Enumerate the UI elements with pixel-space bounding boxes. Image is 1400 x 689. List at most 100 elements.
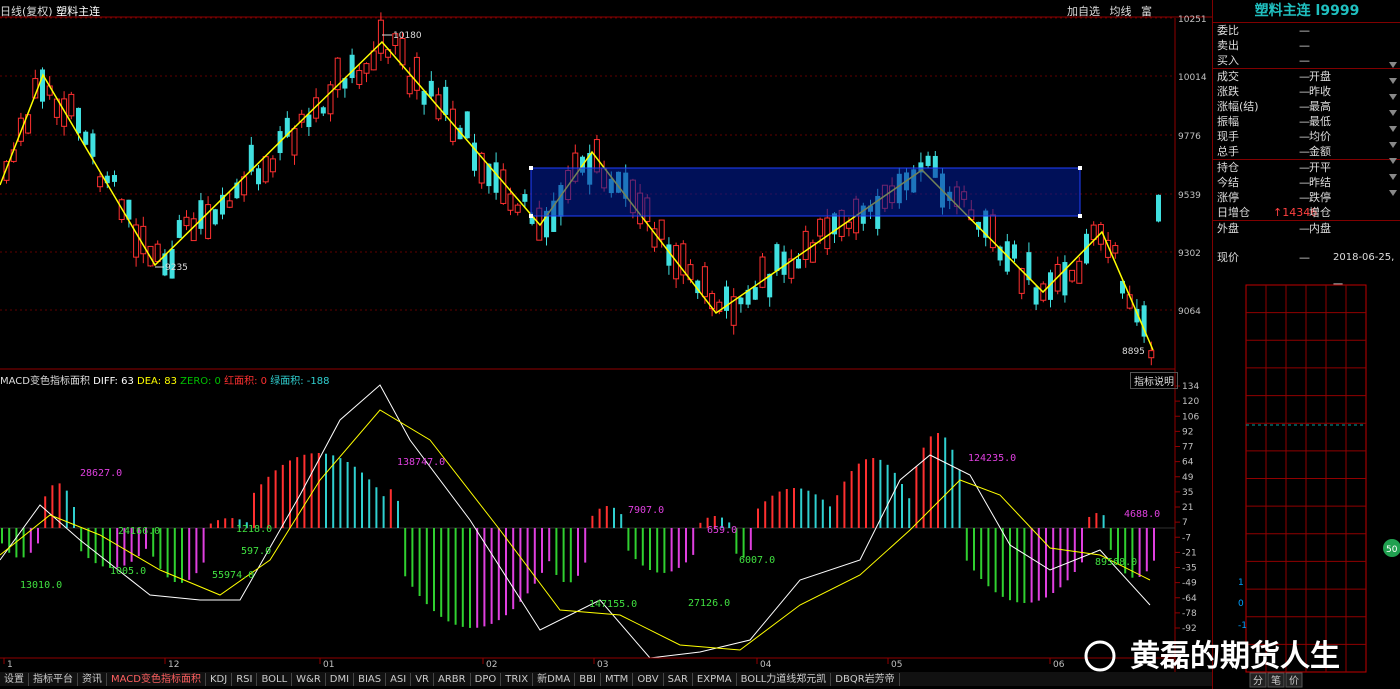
candle-body: [428, 80, 434, 97]
price-value: —: [1299, 251, 1310, 264]
quote-row: 买入 —: [1213, 53, 1400, 68]
tab-8[interactable]: DMI: [326, 673, 355, 686]
candle-body: [256, 168, 261, 185]
candle-body: [1156, 194, 1161, 222]
price-date: 2018-06-25,一: [1333, 252, 1395, 291]
macd-tick-label: 92: [1182, 427, 1193, 437]
area-label: 13010.0: [20, 580, 62, 591]
tab-18[interactable]: OBV: [633, 673, 664, 686]
diff-label: DIFF: 63: [93, 376, 134, 387]
candle-body: [1112, 245, 1119, 254]
candle-body: [183, 216, 190, 227]
candle-body: [97, 176, 104, 188]
tab-3[interactable]: MACD变色指标面积: [107, 673, 206, 686]
tab-1[interactable]: 指标平台: [29, 673, 78, 686]
tab-7[interactable]: W&R: [292, 673, 326, 686]
candle-body: [212, 209, 218, 225]
macd-tick-label: -78: [1182, 609, 1197, 619]
quote-row: 涨跌 — 昨收: [1213, 84, 1400, 99]
candle-body: [443, 86, 449, 115]
quote-row-label: 持仓: [1217, 161, 1239, 174]
candle-body: [1090, 224, 1097, 241]
quote-row-label-2: 内盘: [1309, 222, 1331, 235]
macd-tick-label: -64: [1182, 594, 1197, 604]
candle-body: [1076, 260, 1083, 284]
quote-row-value: —: [1299, 54, 1310, 67]
candle-body: [90, 133, 96, 157]
price-tick-label: 10251: [1178, 15, 1207, 25]
tab-11[interactable]: VR: [411, 673, 435, 686]
quote-row-label: 日增仓: [1217, 206, 1250, 219]
price-tick-label: 9776: [1178, 132, 1201, 142]
tab-5[interactable]: RSI: [232, 673, 258, 686]
tab-10[interactable]: ASI: [386, 673, 412, 686]
low2-mark-label: 8895: [1122, 347, 1145, 357]
candle-body: [500, 169, 507, 204]
quote-row-label: 现手: [1217, 130, 1239, 143]
green-area-label: 绿面积: -188: [270, 376, 330, 387]
box-handle: [1078, 166, 1082, 170]
candle-body: [327, 84, 334, 115]
macd-tick-label: 49: [1182, 473, 1194, 483]
box-handle: [529, 214, 533, 218]
candle-body: [176, 220, 182, 238]
macd-tick-label: -35: [1182, 564, 1197, 574]
candle-body: [226, 200, 233, 208]
tab-14[interactable]: TRIX: [501, 673, 534, 686]
candle-body: [76, 107, 81, 134]
tab-6[interactable]: BOLL: [257, 673, 293, 686]
quote-row: 持仓 — 开平: [1213, 159, 1400, 175]
candle-body: [774, 244, 780, 272]
candle-body: [406, 75, 413, 95]
diff-line: [0, 384, 1151, 659]
x-tick-label: 01: [323, 660, 334, 670]
indicator-name[interactable]: MACD变色指标面积: [0, 376, 90, 387]
x-tick-label: 04: [760, 660, 772, 670]
tab-21[interactable]: BOLL力道线郑元凯: [737, 673, 832, 686]
tab-15[interactable]: 新DMA: [533, 673, 576, 686]
tab-17[interactable]: MTM: [601, 673, 634, 686]
quote-row-label: 外盘: [1217, 222, 1239, 235]
tab-12[interactable]: ARBR: [434, 673, 471, 686]
tab-20[interactable]: EXPMA: [693, 673, 737, 686]
tab-4[interactable]: KDJ: [206, 673, 233, 686]
area-label: 89568.0: [1095, 557, 1137, 568]
chart-area[interactable]: 日线(复权) 塑料主连 加自选 均线 富 10251 10014 9776 9539 9…: [0, 0, 1212, 689]
red-area-label: 红面积: 0: [224, 376, 268, 387]
candle-body: [291, 128, 298, 156]
tab-19[interactable]: SAR: [664, 673, 693, 686]
candle-body: [493, 162, 499, 193]
tab-0[interactable]: 设置: [0, 673, 29, 686]
candle-body: [377, 19, 384, 54]
candle-body: [845, 221, 852, 229]
macd-tick-label: 21: [1182, 503, 1193, 513]
area-label: 597.0: [241, 546, 271, 557]
tab-2[interactable]: 资讯: [78, 673, 107, 686]
tab-16[interactable]: BBI: [575, 673, 601, 686]
quote-row-label: 涨跌: [1217, 85, 1239, 98]
price-label: 现价: [1217, 251, 1239, 264]
candle-body: [522, 194, 528, 202]
x-tick-label: 12: [168, 660, 179, 670]
quote-row-label-2: 金额: [1309, 145, 1331, 158]
quote-row-value: —: [1299, 24, 1310, 37]
macd-tick-label: 134: [1182, 382, 1199, 392]
indicator-help-button[interactable]: 指标说明: [1130, 372, 1178, 389]
dea-line: [0, 409, 1151, 651]
candle-body: [925, 155, 931, 166]
tab-9[interactable]: BIAS: [354, 673, 387, 686]
candle-body: [370, 50, 377, 71]
candlestick-chart[interactable]: 1025110014977695399302906410180923588951…: [0, 0, 1212, 689]
macd-tick-label: 35: [1182, 488, 1193, 498]
indicator-header: MACD变色指标面积 DIFF: 63 DEA: 83 ZERO: 0 红面积:…: [0, 372, 329, 387]
candle-body: [306, 114, 312, 128]
quote-row-label-2: 昨收: [1309, 85, 1331, 98]
area-label: 6007.0: [739, 555, 775, 566]
tab-22[interactable]: DBQR岩芳帝: [831, 673, 900, 686]
quote-row: 振幅 — 最低: [1213, 114, 1400, 129]
candle-body: [752, 287, 758, 300]
candle-body: [349, 54, 355, 79]
tab-13[interactable]: DPO: [471, 673, 502, 686]
price-row: 现价 — 2018-06-25,一: [1213, 244, 1400, 291]
quote-row-label-2: 开盘: [1309, 70, 1331, 83]
